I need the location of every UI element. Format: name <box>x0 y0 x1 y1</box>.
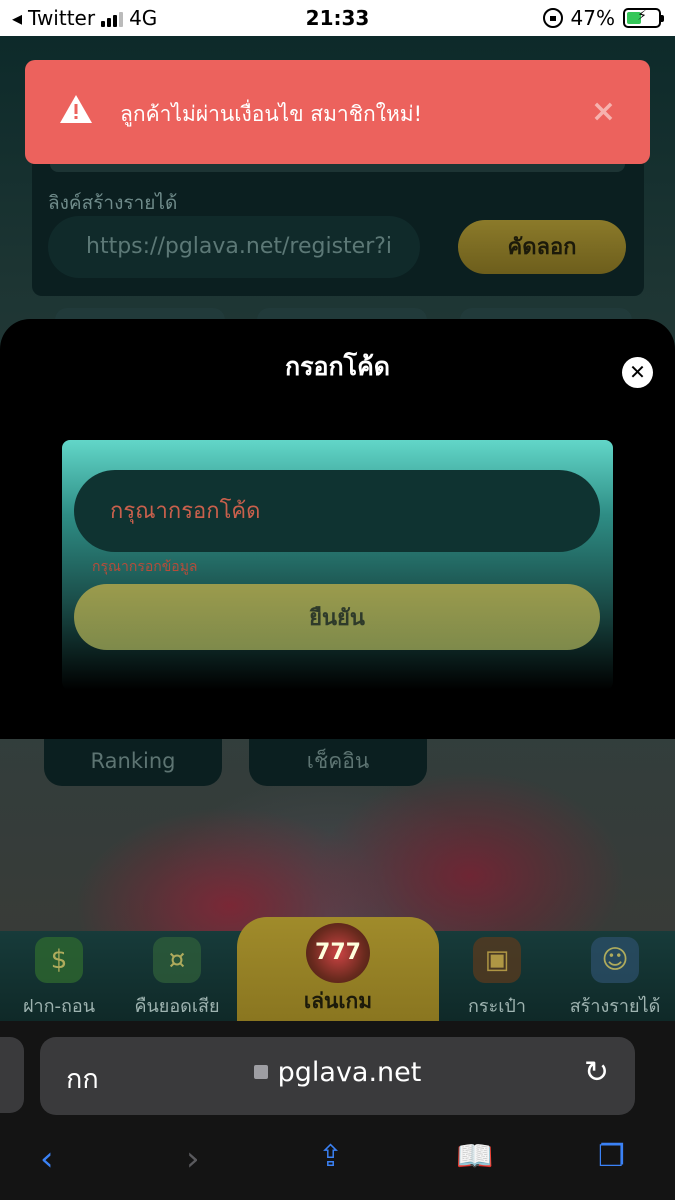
orientation-lock-icon <box>542 8 563 28</box>
nav-label: กระเป๋า <box>468 996 526 1017</box>
cashback-icon: ¤ <box>153 937 201 983</box>
deposit-withdraw-icon: $ <box>35 937 83 983</box>
bookmarks-icon[interactable]: 📖 <box>456 1139 493 1174</box>
modal-title: กรอกโค้ด <box>284 352 391 381</box>
warning-icon <box>60 95 92 123</box>
close-icon[interactable]: ✕ <box>622 357 653 388</box>
status-bar: ◂ Twitter 4G 21:33 47% ⚡ <box>0 0 675 36</box>
nav-label: คืนยอดเสีย <box>134 996 220 1017</box>
reload-icon[interactable]: ↻ <box>584 1055 609 1090</box>
nav-item-deposit-withdraw[interactable]: $ ฝาก-ถอน <box>0 931 124 1021</box>
browser-url-area: กก pglava.net ↻ <box>0 1021 675 1121</box>
toast-message: ลูกค้าไม่ผ่านเงื่อนไข สมาชิกใหม่! <box>120 102 423 126</box>
back-icon[interactable]: ‹ <box>40 1139 54 1179</box>
status-right: 47% ⚡ <box>542 6 664 30</box>
error-toast: ลูกค้าไม่ผ่านเงื่อนไข สมาชิกใหม่! × <box>25 60 650 164</box>
earn-icon: ☺ <box>591 937 639 983</box>
battery-icon: ⚡ <box>623 8 664 28</box>
previous-tab-preview[interactable] <box>0 1037 24 1113</box>
nav-item-play-game[interactable]: 777 เล่นเกม <box>237 917 439 1021</box>
toast-close-icon[interactable]: × <box>591 94 616 129</box>
code-modal: กรอกโค้ด ✕ กรุณากรอกข้อมูล ยืนยัน <box>0 319 675 739</box>
confirm-button[interactable]: ยืนยัน <box>74 584 600 650</box>
tabs-icon[interactable]: ❐ <box>598 1139 625 1174</box>
browser-toolbar: ‹ › ⇪ 📖 ❐ <box>0 1121 675 1200</box>
bottom-nav: $ ฝาก-ถอน ¤ คืนยอดเสีย 777 เล่นเกม ▣ กระ… <box>0 917 675 1021</box>
nav-item-earn[interactable]: ☺ สร้างรายได้ <box>550 931 675 1021</box>
checkin-button[interactable]: เช็คอิน <box>249 736 427 786</box>
nav-item-wallet[interactable]: ▣ กระเป๋า <box>432 931 562 1021</box>
referral-link-field[interactable]: https://pglava.net/register?i <box>48 216 420 278</box>
copy-button[interactable]: คัดลอก <box>458 220 626 274</box>
code-card: กรุณากรอกข้อมูล ยืนยัน <box>62 440 613 690</box>
lock-icon <box>253 1065 268 1079</box>
nav-label: เล่นเกม <box>303 989 373 1013</box>
nav-label: สร้างรายได้ <box>569 996 661 1017</box>
nav-label: ฝาก-ถอน <box>22 996 96 1017</box>
referral-label: ลิงค์สร้างรายได้ <box>48 192 178 214</box>
code-input[interactable] <box>74 470 600 552</box>
wallet-icon: ▣ <box>473 937 521 983</box>
slot-machine-icon: 777 <box>306 923 370 983</box>
url-display[interactable]: pglava.net <box>40 1057 635 1088</box>
ranking-button[interactable]: Ranking <box>44 736 222 786</box>
code-error-text: กรุณากรอกข้อมูล <box>92 559 198 575</box>
url-text: pglava.net <box>277 1057 422 1088</box>
address-bar[interactable]: กก pglava.net ↻ <box>40 1037 635 1115</box>
forward-icon[interactable]: › <box>186 1139 200 1179</box>
nav-item-cashback[interactable]: ¤ คืนยอดเสีย <box>112 931 242 1021</box>
share-icon[interactable]: ⇪ <box>318 1139 343 1174</box>
battery-percent: 47% <box>570 6 615 30</box>
